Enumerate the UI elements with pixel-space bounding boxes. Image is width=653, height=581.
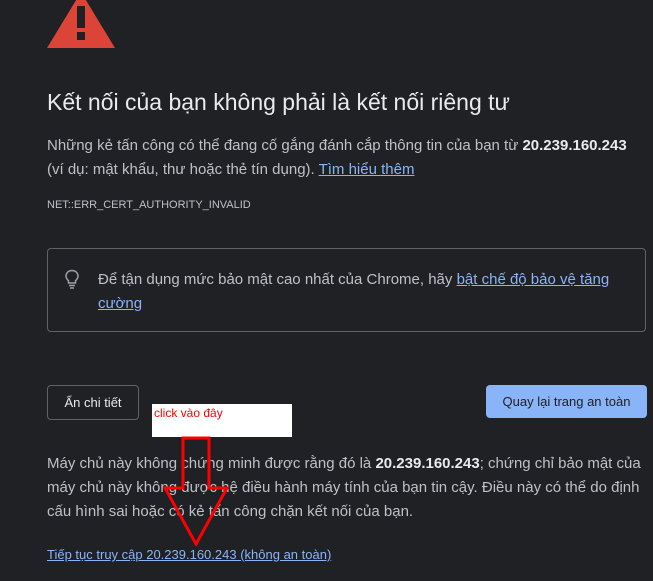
details-host-address: 20.239.160.243	[375, 455, 480, 472]
proceed-unsafe-link[interactable]: Tiếp tục truy cập 20.239.160.243 (không …	[47, 547, 331, 562]
details-prefix: Máy chủ này không chứng minh được rằng đ…	[47, 455, 376, 472]
learn-more-link[interactable]: Tìm hiểu thêm	[319, 161, 415, 178]
page-title: Kết nối của bạn không phải là kết nối ri…	[47, 89, 510, 115]
warning-triangle-icon	[47, 0, 115, 48]
tip-text: Để tận dụng mức bảo mật cao nhất của Chr…	[98, 268, 618, 316]
hide-details-button[interactable]: Ẩn chi tiết	[47, 385, 139, 420]
certificate-details-text: Máy chủ này không chứng minh được rằng đ…	[47, 452, 647, 524]
enhanced-protection-tip: Để tận dụng mức bảo mật cao nhất của Chr…	[47, 248, 646, 332]
error-code: NET::ERR_CERT_AUTHORITY_INVALID	[47, 199, 251, 211]
host-address: 20.239.160.243	[522, 137, 627, 154]
error-description: Những kẻ tấn công có thể đang cố gắng đá…	[47, 134, 647, 182]
back-to-safety-button[interactable]: Quay lại trang an toàn	[486, 385, 647, 418]
description-text: Những kẻ tấn công có thể đang cố gắng đá…	[47, 137, 523, 154]
annotation-label: click vào đây	[154, 406, 223, 420]
tip-text-prefix: Để tận dụng mức bảo mật cao nhất của Chr…	[98, 271, 457, 288]
lightbulb-icon	[65, 269, 79, 289]
description-suffix: (ví dụ: mật khẩu, thư hoặc thẻ tín dụng)…	[47, 161, 319, 178]
annotation-label-box: click vào đây	[152, 404, 292, 437]
